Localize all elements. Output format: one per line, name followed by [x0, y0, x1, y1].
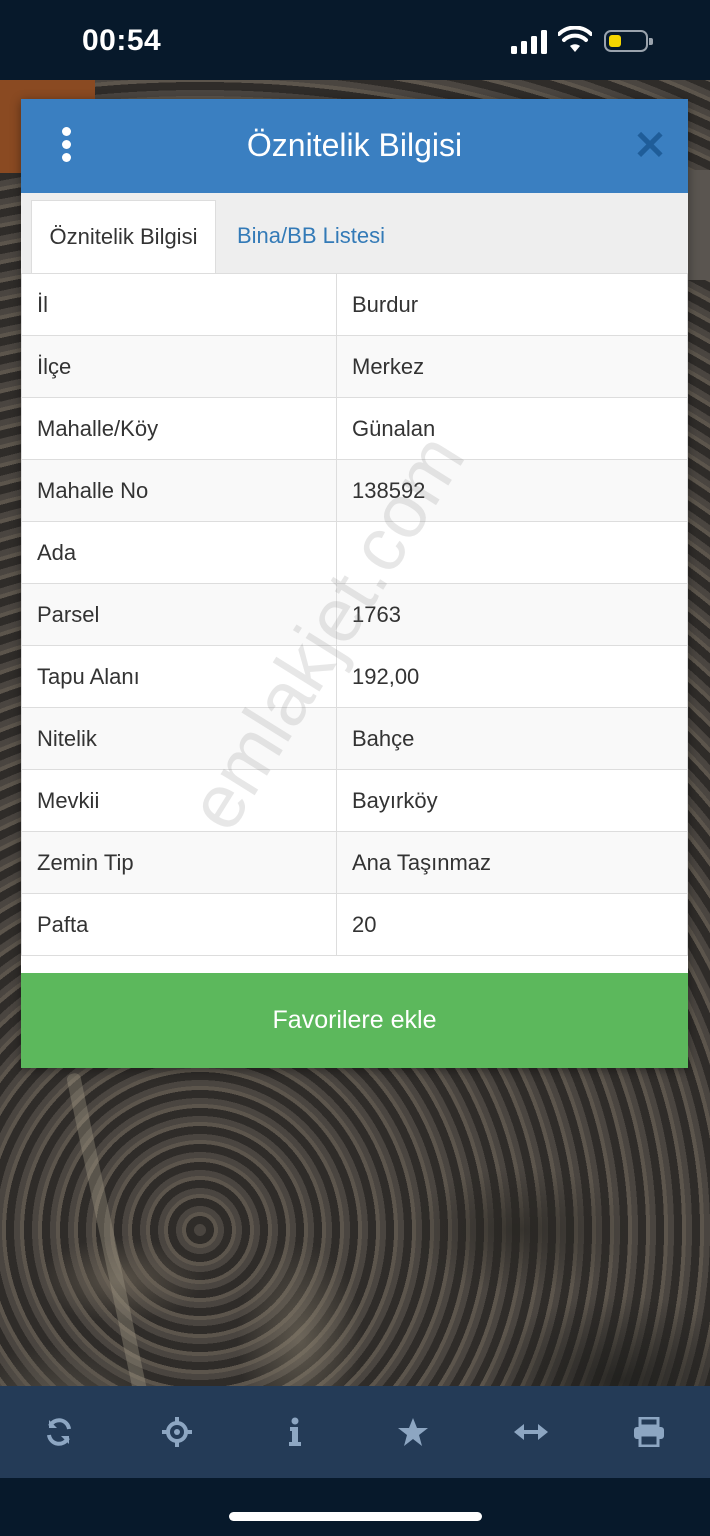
- print-icon[interactable]: [590, 1386, 708, 1478]
- attribute-value: 192,00: [336, 645, 688, 708]
- dialog-title: Öznitelik Bilgisi: [246, 127, 463, 163]
- measure-arrows-icon[interactable]: [472, 1386, 590, 1478]
- attribute-key: Parsel: [21, 583, 337, 646]
- attribute-value: Günalan: [336, 397, 688, 460]
- attribute-value: 1763: [336, 583, 688, 646]
- home-indicator[interactable]: [229, 1512, 482, 1521]
- tab-bar: Öznitelik Bilgisi Bina/BB Listesi: [21, 193, 688, 274]
- table-row: Mahalle/Köy Günalan: [21, 397, 688, 460]
- tab-building-list[interactable]: Bina/BB Listesi: [237, 200, 385, 273]
- map-feature: [688, 170, 710, 280]
- wifi-icon: [558, 26, 592, 52]
- table-row: Mahalle No 138592: [21, 459, 688, 522]
- table-row: İlçe Merkez: [21, 335, 688, 398]
- bottom-toolbar: [0, 1386, 710, 1478]
- close-icon[interactable]: ✕: [633, 126, 667, 166]
- attribute-table: İl Burdur İlçe Merkez Mahalle/Köy Günala…: [21, 273, 688, 956]
- attribute-key: İl: [21, 273, 337, 336]
- battery-low-icon: [604, 30, 653, 52]
- attribute-value: [336, 521, 688, 584]
- attribute-key: İlçe: [21, 335, 337, 398]
- attribute-key: Pafta: [21, 893, 337, 956]
- status-time: 00:54: [82, 24, 162, 57]
- attribute-value: Merkez: [336, 335, 688, 398]
- cellular-signal-icon: [511, 30, 547, 54]
- info-icon[interactable]: [236, 1386, 354, 1478]
- table-row: Zemin Tip Ana Taşınmaz: [21, 831, 688, 894]
- attribute-key: Zemin Tip: [21, 831, 337, 894]
- table-row: Ada: [21, 521, 688, 584]
- table-row: İl Burdur: [21, 273, 688, 336]
- table-row: Tapu Alanı 192,00: [21, 645, 688, 708]
- attribute-value: Bahçe: [336, 707, 688, 770]
- attribute-value: 20: [336, 893, 688, 956]
- home-indicator-area: [0, 1478, 710, 1536]
- attribute-value: 138592: [336, 459, 688, 522]
- table-row: Mevkii Bayırköy: [21, 769, 688, 832]
- star-icon[interactable]: [354, 1386, 472, 1478]
- attribute-key: Ada: [21, 521, 337, 584]
- table-row: Pafta 20: [21, 893, 688, 956]
- attribute-key: Mahalle No: [21, 459, 337, 522]
- table-row: Nitelik Bahçe: [21, 707, 688, 770]
- status-bar: 00:54: [0, 0, 710, 80]
- locate-crosshair-icon[interactable]: [118, 1386, 236, 1478]
- attribute-value: Ana Taşınmaz: [336, 831, 688, 894]
- tab-attribute-info[interactable]: Öznitelik Bilgisi: [31, 200, 216, 273]
- attribute-key: Mahalle/Köy: [21, 397, 337, 460]
- attribute-key: Nitelik: [21, 707, 337, 770]
- attribute-info-dialog: Öznitelik Bilgisi ✕ Öznitelik Bilgisi Bi…: [21, 99, 688, 1068]
- refresh-icon[interactable]: [0, 1386, 118, 1478]
- attribute-key: Tapu Alanı: [21, 645, 337, 708]
- add-to-favorites-button[interactable]: Favorilere ekle: [21, 973, 688, 1068]
- attribute-key: Mevkii: [21, 769, 337, 832]
- attribute-value: Burdur: [336, 273, 688, 336]
- dialog-header: Öznitelik Bilgisi ✕: [21, 99, 688, 193]
- attribute-value: Bayırköy: [336, 769, 688, 832]
- table-row: Parsel 1763: [21, 583, 688, 646]
